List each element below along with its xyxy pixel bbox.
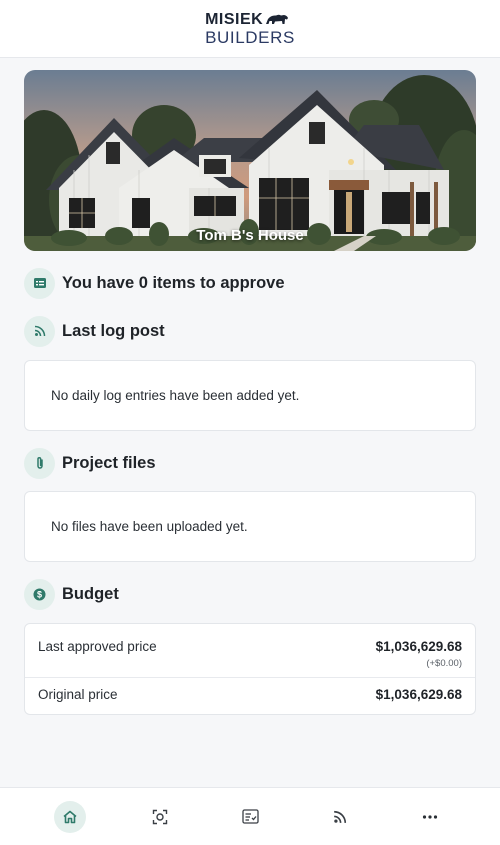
budget-label: Original price	[38, 687, 118, 702]
nav-scan[interactable]	[144, 801, 176, 833]
budget-heading: $ Budget	[24, 578, 119, 610]
house-photo	[24, 70, 476, 251]
paperclip-icon	[24, 447, 55, 479]
dollar-icon: $	[24, 578, 55, 610]
rss-icon	[334, 810, 347, 823]
budget-value: $1,036,629.68	[375, 639, 462, 654]
files-empty-text: No files have been uploaded yet.	[51, 519, 248, 534]
files-heading: Project files	[24, 447, 156, 479]
budget-row-last-approved[interactable]: Last approved price $1,036,629.68 (+$0.0…	[25, 624, 475, 677]
bottom-nav	[0, 787, 500, 845]
nav-approvals[interactable]	[234, 801, 266, 833]
scan-icon	[152, 809, 168, 824]
more-icon	[422, 814, 438, 819]
checklist-icon	[241, 809, 259, 824]
nav-feed[interactable]	[324, 801, 356, 833]
files-card: No files have been uploaded yet.	[24, 491, 476, 562]
home-icon	[63, 810, 77, 823]
approvals-title: You have 0 items to approve	[62, 273, 285, 292]
nav-home[interactable]	[54, 800, 86, 833]
app-header: MISIEK BUILDERS	[0, 0, 500, 58]
log-empty-text: No daily log entries have been added yet…	[51, 388, 300, 403]
svg-text:$: $	[37, 589, 42, 599]
approval-list-icon	[24, 267, 55, 299]
files-title: Project files	[62, 453, 156, 472]
nav-more[interactable]	[414, 801, 446, 833]
budget-delta: (+$0.00)	[426, 658, 462, 669]
logo-line-1: MISIEK	[205, 10, 264, 28]
log-title: Last log post	[62, 321, 165, 340]
project-hero-image[interactable]: Tom B's House	[24, 70, 476, 251]
budget-card: Last approved price $1,036,629.68 (+$0.0…	[24, 623, 476, 715]
budget-value: $1,036,629.68	[375, 687, 462, 702]
approvals-heading[interactable]: You have 0 items to approve	[24, 267, 285, 299]
budget-label: Last approved price	[38, 639, 157, 654]
rss-icon	[24, 315, 55, 347]
budget-row-original[interactable]: Original price $1,036,629.68	[25, 677, 475, 715]
company-logo[interactable]: MISIEK BUILDERS	[205, 10, 295, 47]
budget-title: Budget	[62, 584, 119, 603]
logo-line-2: BUILDERS	[205, 27, 295, 47]
project-name: Tom B's House	[196, 227, 304, 244]
log-card: No daily log entries have been added yet…	[24, 360, 476, 431]
log-heading: Last log post	[24, 315, 165, 347]
bear-icon	[266, 14, 289, 24]
